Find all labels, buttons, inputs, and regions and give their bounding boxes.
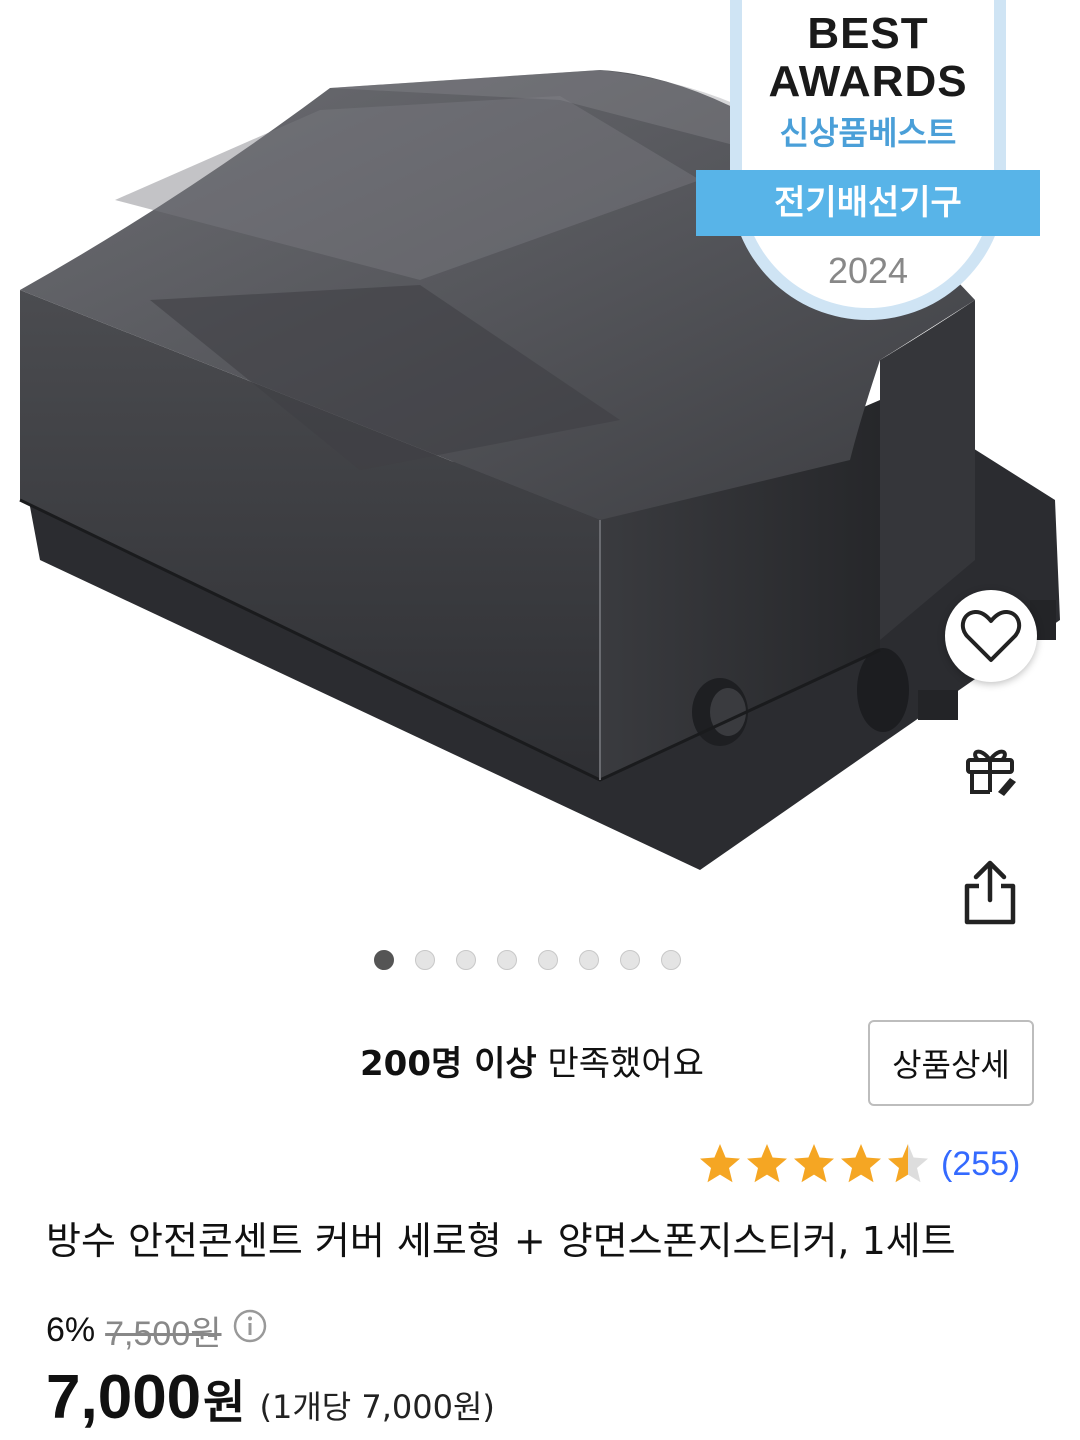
share-icon [964, 860, 1016, 925]
discount-rate: 6% [46, 1311, 96, 1349]
price-currency: 원 [203, 1375, 246, 1429]
star-icon [888, 1144, 928, 1183]
price-row: 7,000 원 (1개당 7,000원) [46, 1362, 495, 1433]
wishlist-button[interactable] [945, 590, 1037, 682]
star-icon [794, 1144, 834, 1183]
carousel-dot[interactable] [579, 950, 599, 970]
heart-icon [960, 609, 1022, 662]
satisfaction-text: 만족했어요 [547, 1044, 704, 1084]
carousel-dot[interactable] [538, 950, 558, 970]
carousel-dot[interactable] [456, 950, 476, 970]
satisfaction-summary: 200명 이상 만족했어요 [360, 1036, 704, 1085]
discount-row: 6% 7,500원 [46, 1306, 268, 1355]
unit-price: (1개당 7,000원) [259, 1388, 495, 1426]
carousel-dot[interactable] [661, 950, 681, 970]
star-icon [747, 1144, 787, 1183]
star-icon [841, 1144, 881, 1183]
award-line1: BEST [807, 9, 929, 58]
share-button[interactable] [950, 852, 1030, 932]
carousel-dot[interactable] [620, 950, 640, 970]
info-icon[interactable] [232, 1308, 268, 1353]
star-icon [700, 1144, 740, 1183]
sale-price: 7,000 [46, 1363, 202, 1432]
original-price: 7,500원 [105, 1315, 222, 1353]
star-rating [698, 1142, 933, 1186]
carousel-dot[interactable] [374, 950, 394, 970]
gift-icon [966, 749, 1016, 796]
carousel-dot[interactable] [415, 950, 435, 970]
product-detail-button[interactable]: 상품상세 [868, 1020, 1034, 1106]
award-year: 2024 [827, 250, 909, 291]
review-count-link[interactable]: (255) [941, 1145, 1020, 1184]
award-line2: AWARDS [768, 57, 968, 106]
product-title: 방수 안전콘센트 커버 세로형 + 양면스폰지스티커, 1세트 [46, 1219, 956, 1263]
award-category: 전기배선기구 [696, 170, 1040, 236]
rating-summary[interactable]: (255) [698, 1142, 1020, 1186]
satisfaction-count: 200명 이상 [360, 1044, 537, 1084]
gift-button[interactable] [950, 730, 1030, 810]
award-subtitle: 신상품베스트 [779, 114, 957, 152]
best-award-badge: BEST AWARDS 신상품베스트 전기배선기구 2024 [696, 0, 1040, 330]
carousel-dot[interactable] [497, 950, 517, 970]
carousel-indicator[interactable] [374, 950, 681, 970]
